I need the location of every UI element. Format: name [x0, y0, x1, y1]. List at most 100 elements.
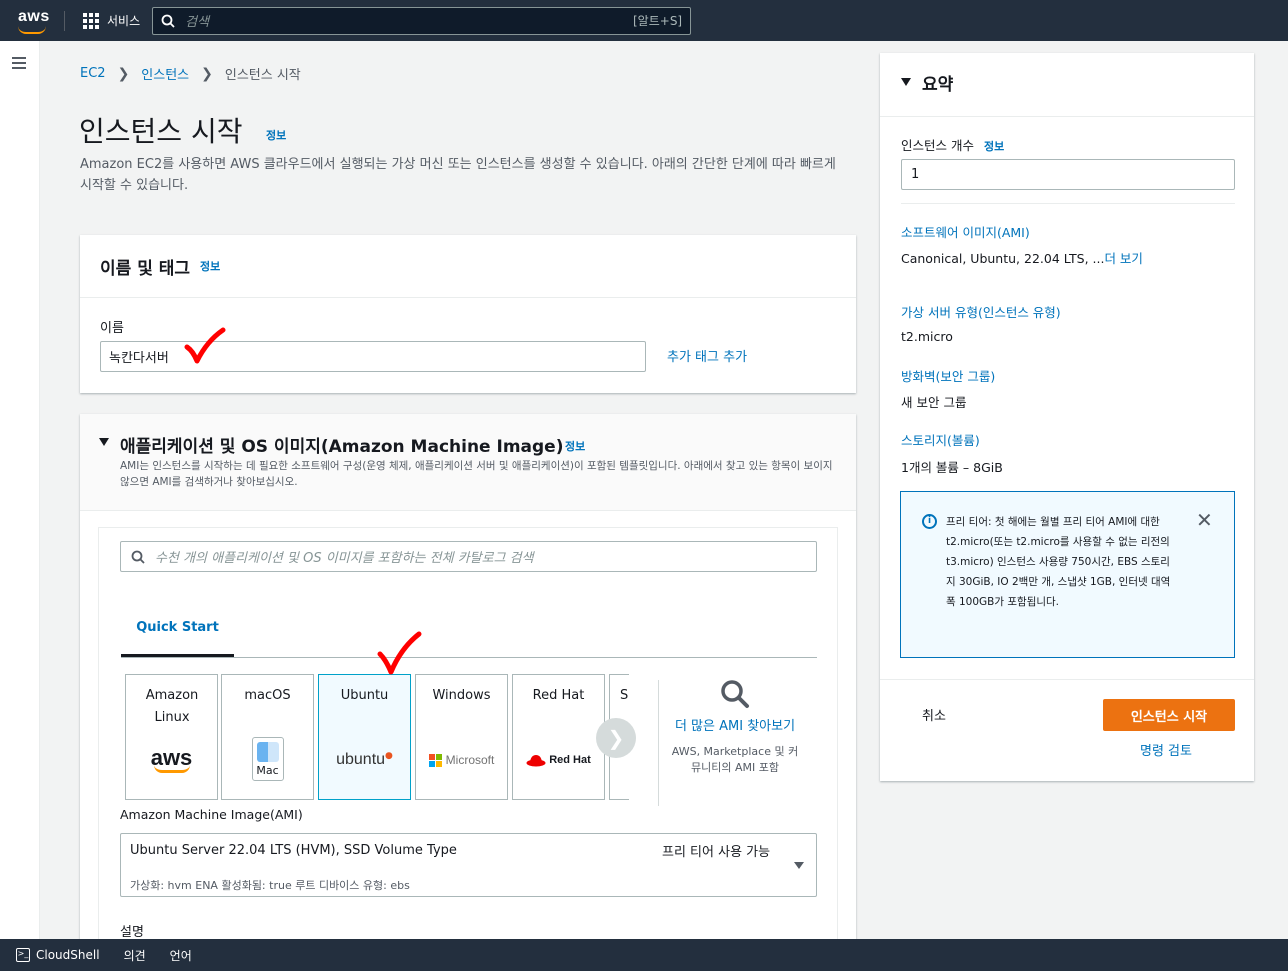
catalog-search-placeholder: 수천 개의 애플리케이션 및 OS 이미지를 포함하는 전체 카탈로그 검색: [155, 551, 534, 566]
side-rail: [0, 41, 40, 939]
catalog-search-input[interactable]: 수천 개의 애플리케이션 및 OS 이미지를 포함하는 전체 카탈로그 검색: [120, 541, 817, 572]
search-icon: [161, 14, 175, 28]
chevron-right-icon: ❯: [201, 65, 213, 82]
breadcrumb-current: 인스턴스 시작: [224, 68, 301, 83]
search-placeholder: 검색: [185, 15, 210, 30]
os-tile-macos[interactable]: macOS Mac: [221, 674, 314, 800]
microsoft-logo-icon: Microsoft: [416, 753, 507, 767]
os-tile-label: S: [620, 688, 629, 703]
instance-type-value: t2.micro: [901, 329, 953, 344]
ami-selected-value: Ubuntu Server 22.04 LTS (HVM), SSD Volum…: [130, 843, 457, 858]
services-menu-button[interactable]: 서비스: [65, 0, 152, 41]
instance-count-label: 인스턴스 개수: [901, 138, 974, 153]
redhat-logo-icon: Red Hat: [513, 753, 604, 767]
global-search-input[interactable]: 검색 [알트+S]: [152, 6, 692, 35]
instance-type-link[interactable]: 가상 서버 유형(인스턴스 유형): [901, 302, 1061, 321]
software-image-value: Canonical, Ubuntu, 22.04 LTS, ...: [901, 251, 1105, 266]
feedback-button[interactable]: 의견: [124, 947, 146, 964]
aws-logo-text: aws: [18, 8, 50, 25]
name-tags-info-link[interactable]: 정보: [200, 258, 220, 274]
name-label: 이름: [100, 321, 124, 336]
add-tag-link[interactable]: 추가 태그 추가: [667, 346, 747, 365]
free-tier-text: 프리 티어: 첫 해에는 월별 프리 티어 AMI에 대한 t2.micro(또…: [946, 516, 1171, 608]
checkmark-annotation-icon: [184, 327, 226, 364]
os-tile-label: Amazon Linux: [145, 688, 199, 725]
info-icon: i: [922, 514, 937, 529]
finder-icon: Mac: [222, 737, 313, 781]
browse-more-ami-link[interactable]: 더 많은 AMI 찾아보기 AWS, Marketplace 및 커뮤니티의 A…: [669, 678, 801, 776]
description-label: 설명: [120, 925, 144, 940]
os-tile-label: Ubuntu: [340, 688, 389, 703]
page-description: Amazon EC2를 사용하면 AWS 클라우드에서 실행되는 가상 머신 또…: [80, 157, 836, 193]
search-shortcut: [알트+S]: [633, 14, 683, 28]
chevron-right-icon: ❯: [117, 65, 130, 82]
summary-panel: 요약 인스턴스 개수 정보 1 소프트웨어 이미지(AMI) Canonical…: [880, 53, 1254, 781]
instance-count-input[interactable]: 1: [901, 159, 1235, 190]
aws-smile-icon: [18, 26, 46, 34]
breadcrumb-ec2[interactable]: EC2: [80, 66, 106, 81]
name-tags-header: 이름 및 태그 정보: [80, 235, 856, 298]
software-image-value-row: Canonical, Ubuntu, 22.04 LTS, ...더 보기: [901, 248, 1143, 267]
caret-down-icon: [99, 438, 109, 446]
divider: [880, 679, 1254, 680]
ami-select[interactable]: Ubuntu Server 22.04 LTS (HVM), SSD Volum…: [120, 833, 817, 897]
name-input[interactable]: 녹칸다서버: [100, 341, 646, 372]
bottom-bar: >_ CloudShell 의견 언어: [0, 939, 1288, 971]
instance-count-info-link[interactable]: 정보: [984, 140, 1004, 153]
storage-value: 1개의 볼륨 – 8GiB: [901, 460, 1003, 475]
ami-title: 애플리케이션 및 OS 이미지(Amazon Machine Image): [120, 437, 564, 457]
breadcrumb: EC2 ❯ 인스턴스 ❯ 인스턴스 시작: [80, 64, 301, 84]
os-tile-redhat[interactable]: Red Hat Red Hat: [512, 674, 605, 800]
launch-instance-button[interactable]: 인스턴스 시작: [1103, 699, 1235, 731]
aws-logo-icon: aws: [126, 745, 217, 773]
cloudshell-button[interactable]: >_ CloudShell: [16, 948, 100, 962]
search-icon: [721, 680, 749, 708]
ami-description: AMI는 인스턴스를 시작하는 데 필요한 소프트웨어 구성(운영 체제, 애플…: [120, 460, 833, 488]
chevron-right-icon[interactable]: ❯: [596, 718, 636, 758]
page-info-link[interactable]: 정보: [266, 127, 286, 143]
caret-down-icon: [901, 78, 911, 86]
free-tier-badge: 프리 티어 사용 가능: [662, 845, 771, 860]
summary-title: 요약: [922, 75, 954, 95]
name-tags-panel: 이름 및 태그 정보 이름 녹칸다서버 추가 태그 추가: [80, 235, 856, 393]
ami-meta: 가상화: hvm ENA 활성화됨: true 루트 디바이스 유형: ebs: [130, 879, 410, 892]
os-tile-ubuntu[interactable]: Ubuntu ubuntu●: [318, 674, 411, 800]
cloudshell-label: CloudShell: [36, 948, 100, 962]
caret-down-icon: [794, 862, 804, 869]
ami-select-label: Amazon Machine Image(AMI): [120, 807, 303, 822]
services-label: 서비스: [107, 14, 141, 28]
aws-logo[interactable]: aws: [0, 0, 64, 41]
cancel-button[interactable]: 취소: [922, 705, 946, 724]
close-icon[interactable]: ✕: [1196, 508, 1213, 532]
software-image-link[interactable]: 소프트웨어 이미지(AMI): [901, 222, 1030, 241]
show-more-link[interactable]: 더 보기: [1104, 251, 1142, 266]
grid-icon: [83, 12, 99, 29]
review-commands-link[interactable]: 명령 검토: [1140, 740, 1192, 759]
os-tile-label: Red Hat: [532, 688, 585, 703]
summary-header[interactable]: 요약: [880, 53, 1254, 117]
ami-header[interactable]: 애플리케이션 및 OS 이미지(Amazon Machine Image) 정보…: [80, 414, 856, 511]
top-navigation: aws 서비스 검색 [알트+S]: [0, 0, 1288, 41]
ami-info-link[interactable]: 정보: [565, 438, 585, 454]
checkmark-annotation-icon: [377, 631, 422, 675]
os-tile-label: Windows: [432, 688, 491, 703]
ami-body: 수천 개의 애플리케이션 및 OS 이미지를 포함하는 전체 카탈로그 검색 Q…: [98, 527, 838, 967]
firewall-value: 새 보안 그룹: [901, 395, 967, 410]
storage-link[interactable]: 스토리지(볼륨): [901, 430, 980, 449]
divider: [658, 680, 659, 806]
os-tile-windows[interactable]: Windows Microsoft: [415, 674, 508, 800]
instance-count-label-row: 인스턴스 개수 정보: [901, 135, 1004, 154]
search-icon: [131, 550, 145, 564]
browse-more-sub: AWS, Marketplace 및 커뮤니티의 AMI 포함: [671, 745, 799, 774]
os-tile-amazon-linux[interactable]: Amazon Linux aws: [125, 674, 218, 800]
tab-quick-start[interactable]: Quick Start: [121, 620, 234, 635]
free-tier-alert: i 프리 티어: 첫 해에는 월별 프리 티어 AMI에 대한 t2.micro…: [900, 491, 1235, 658]
ubuntu-logo-icon: ubuntu●: [336, 751, 393, 768]
firewall-link[interactable]: 방화벽(보안 그룹): [901, 366, 995, 385]
language-button[interactable]: 언어: [170, 947, 192, 964]
menu-icon[interactable]: [12, 57, 26, 72]
name-tags-title: 이름 및 태그: [100, 258, 191, 279]
breadcrumb-instances[interactable]: 인스턴스: [141, 64, 189, 83]
ami-panel: 애플리케이션 및 OS 이미지(Amazon Machine Image) 정보…: [80, 414, 856, 967]
terminal-icon: >_: [16, 948, 30, 962]
